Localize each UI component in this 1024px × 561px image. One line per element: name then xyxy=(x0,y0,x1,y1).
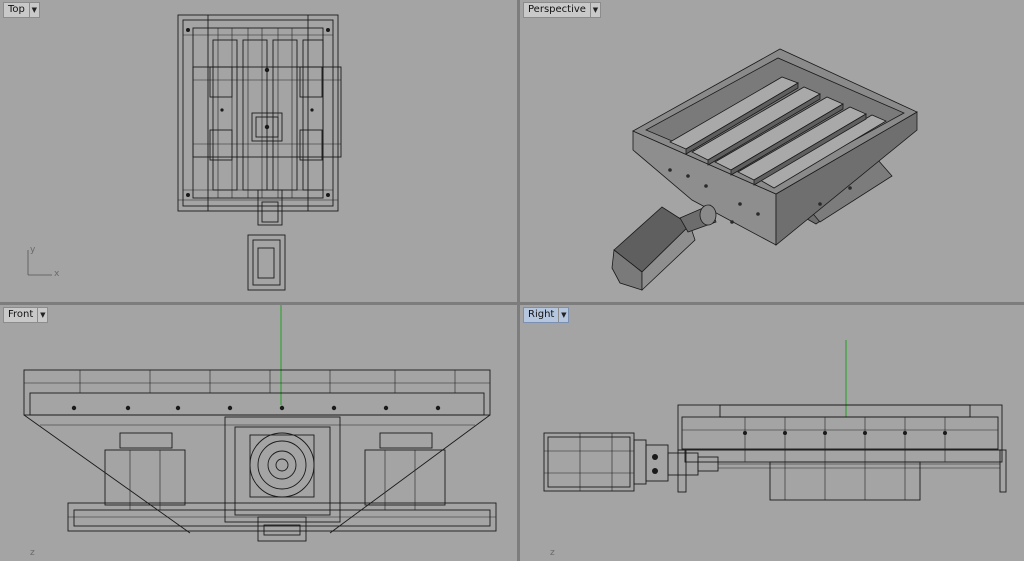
viewport-right[interactable]: Right ▼ z xyxy=(520,305,1024,561)
top-wireframe-drawing xyxy=(27,14,342,291)
axis-x-label: x xyxy=(54,269,60,279)
viewport-perspective[interactable]: Perspective ▼ xyxy=(520,0,1024,302)
axis-z-label: z xyxy=(550,548,555,558)
front-wireframe-drawing xyxy=(23,305,497,542)
axis-z-label: z xyxy=(30,548,35,558)
viewport-front[interactable]: Front ▼ z xyxy=(0,305,517,561)
perspective-shaded-drawing xyxy=(611,48,918,291)
right-wireframe-drawing xyxy=(543,340,1007,501)
axis-y-label: y xyxy=(30,245,36,255)
viewport-top[interactable]: Top ▼ y x xyxy=(0,0,517,302)
